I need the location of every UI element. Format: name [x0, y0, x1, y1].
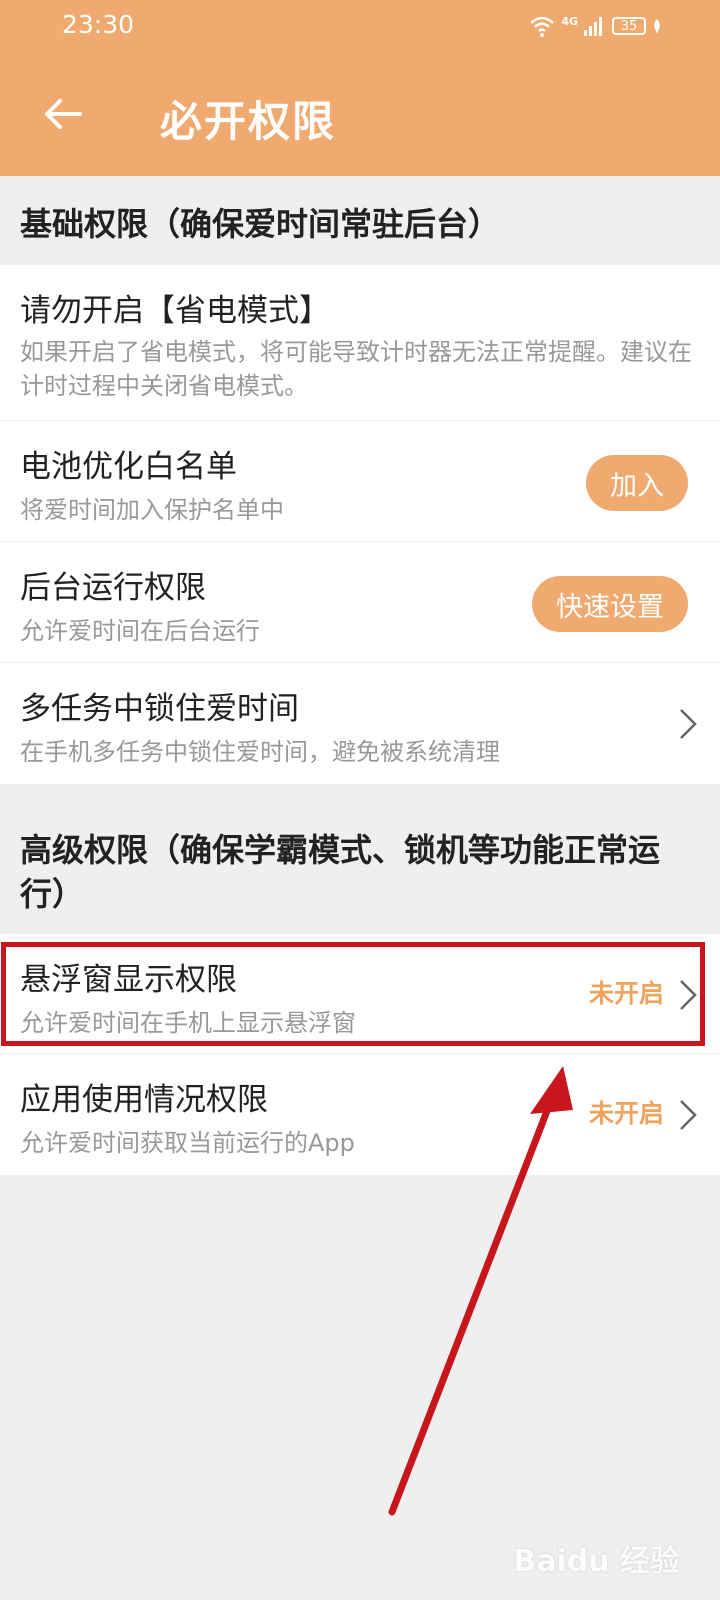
- row-desc: 如果开启了省电模式，将可能导致计时器无法正常提醒。建议在计时过程中关闭省电模式。: [20, 338, 692, 400]
- quick-settings-button[interactable]: 快速设置: [532, 576, 688, 632]
- list-item-battery-whitelist[interactable]: 电池优化白名单 将爱时间加入保护名单中 加入: [0, 421, 720, 542]
- row-title: 电池优化白名单: [20, 449, 237, 485]
- add-button[interactable]: 加入: [586, 455, 688, 511]
- basic-permissions-card: 请勿开启【省电模式】 如果开启了省电模式，将可能导致计时器无法正常提醒。建议在计…: [0, 265, 720, 784]
- status-badge: 未开启: [588, 1099, 664, 1128]
- highlight-box: [1, 942, 705, 1046]
- row-title: 请勿开启【省电模式】: [20, 293, 330, 329]
- list-item-background-run[interactable]: 后台运行权限 允许爱时间在后台运行 快速设置: [0, 542, 720, 663]
- row-title: 应用使用情况权限: [20, 1082, 268, 1118]
- page-title: 必开权限: [160, 97, 337, 146]
- app-header: 23:30 4G 35 必开权限: [0, 0, 720, 176]
- chevron-right-icon: [680, 709, 697, 739]
- wifi-icon: [530, 16, 555, 37]
- battery-level: 35: [620, 18, 638, 34]
- list-item-usage-access[interactable]: 应用使用情况权限 允许爱时间获取当前运行的App 未开启: [0, 1054, 720, 1175]
- signal-icon: [584, 16, 602, 36]
- battery-icon: 35: [612, 17, 646, 35]
- list-item-lock-in-multitask[interactable]: 多任务中锁住爱时间 在手机多任务中锁住爱时间，避免被系统清理: [0, 663, 720, 784]
- chevron-right-icon: [680, 1100, 697, 1130]
- arrow-left-icon: [45, 99, 82, 129]
- status-icons: 4G 35: [529, 12, 662, 40]
- list-item-power-saving[interactable]: 请勿开启【省电模式】 如果开启了省电模式，将可能导致计时器无法正常提醒。建议在计…: [0, 265, 720, 421]
- section-advanced-title: 高级权限（确保学霸模式、锁机等功能正常运行）: [20, 831, 661, 913]
- status-time: 23:30: [62, 10, 135, 39]
- leaf-icon: [654, 19, 660, 34]
- row-title: 后台运行权限: [20, 570, 206, 606]
- row-title: 多任务中锁住爱时间: [20, 691, 299, 727]
- network-type: 4G: [561, 14, 578, 28]
- section-basic-title: 基础权限（确保爱时间常驻后台）: [20, 205, 501, 243]
- row-desc: 在手机多任务中锁住爱时间，避免被系统清理: [20, 738, 500, 766]
- row-desc: 允许爱时间获取当前运行的App: [20, 1129, 355, 1157]
- watermark-logo: Baidu 经验: [513, 1544, 680, 1579]
- back-button[interactable]: [36, 88, 88, 140]
